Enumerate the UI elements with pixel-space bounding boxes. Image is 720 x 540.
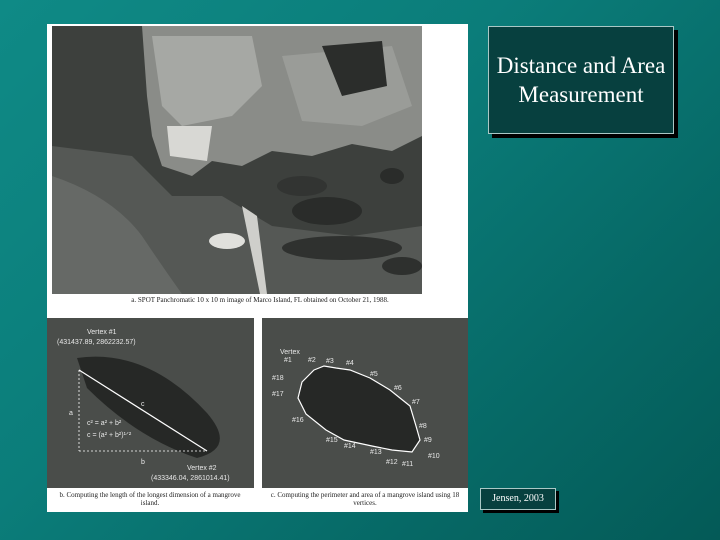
- vertex-3: #3: [326, 358, 334, 365]
- formula-2: c = (a² + b²)¹ᐟ²: [87, 432, 132, 439]
- vertex2-coords: (433346.04, 2861014.41): [151, 475, 230, 482]
- credit-text: Jensen, 2003: [492, 493, 544, 504]
- vertex-17: #17: [272, 391, 284, 398]
- vertex-1: #1: [284, 357, 292, 364]
- area-measurement-panel: Vertex #1 #2 #3 #4 #5 #6 #7 #8 #9 #10 #1…: [262, 318, 468, 488]
- vertex-18: #18: [272, 375, 284, 382]
- credit-box: Jensen, 2003: [480, 488, 556, 510]
- vertex-5: #5: [370, 371, 378, 378]
- distance-diagram: Vertex #1 (431437.89, 2862232.57) a c b …: [47, 318, 254, 488]
- caption-panel-c: c. Computing the perimeter and area of a…: [270, 491, 460, 507]
- vertex-16: #16: [292, 417, 304, 424]
- side-a-label: a: [69, 410, 73, 417]
- vertex-8: #8: [419, 423, 427, 430]
- vertex-7: #7: [412, 399, 420, 406]
- vertex-12: #12: [386, 459, 398, 466]
- vertex-10: #10: [428, 453, 440, 460]
- vertex-9: #9: [424, 437, 432, 444]
- distance-measurement-panel: Vertex #1 (431437.89, 2862232.57) a c b …: [47, 318, 254, 488]
- vertex-word-label: Vertex: [280, 349, 300, 356]
- slide-title-box: Distance and Area Measurement: [488, 26, 674, 134]
- caption-panel-a: a. SPOT Panchromatic 10 x 10 m image of …: [131, 296, 389, 304]
- satellite-image-panel: [52, 26, 422, 294]
- vertex-15: #15: [326, 437, 338, 444]
- vertex-11: #11: [402, 461, 413, 468]
- side-b-label: b: [141, 459, 145, 466]
- vertex-6: #6: [394, 385, 402, 392]
- vertex-4: #4: [346, 360, 354, 367]
- vertex-2: #2: [308, 357, 316, 364]
- formula-1: c² = a² + b²: [87, 420, 122, 427]
- vertex-13: #13: [370, 449, 382, 456]
- caption-panel-b: b. Computing the length of the longest d…: [59, 491, 241, 507]
- vertex-14: #14: [344, 443, 356, 450]
- area-diagram: Vertex #1 #2 #3 #4 #5 #6 #7 #8 #9 #10 #1…: [262, 318, 468, 488]
- side-c-label: c: [141, 401, 145, 408]
- slide-title: Distance and Area Measurement: [496, 53, 666, 107]
- vertex2-label: Vertex #2: [187, 465, 217, 472]
- satellite-image: [52, 26, 422, 294]
- vertex1-label: Vertex #1: [87, 329, 117, 336]
- vertex1-coords: (431437.89, 2862232.57): [57, 339, 136, 346]
